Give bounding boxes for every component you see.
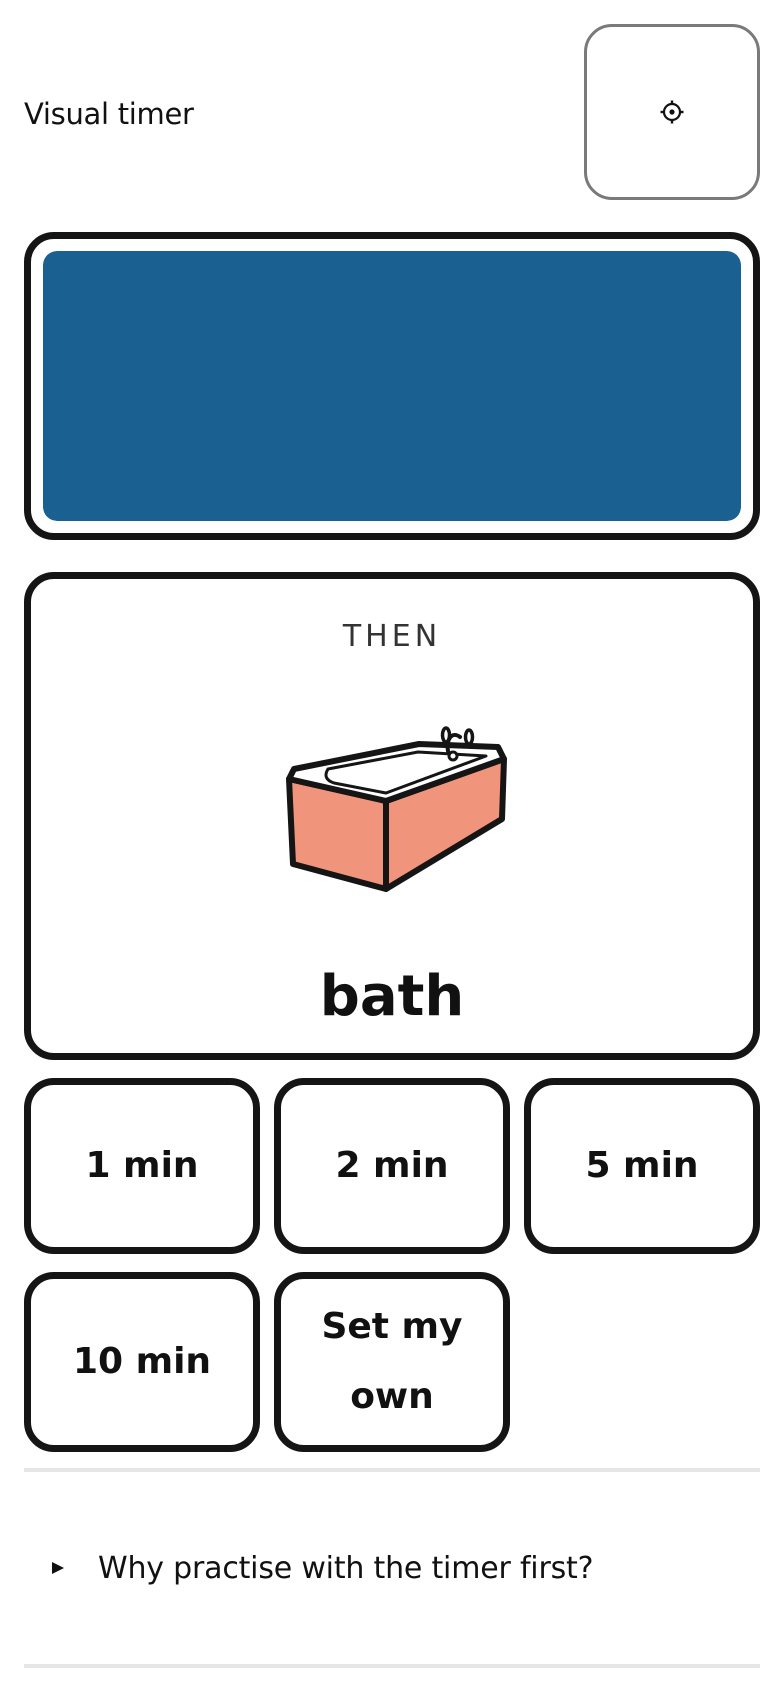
gear-icon xyxy=(660,100,684,124)
disclosure-question: Why practise with the timer first? xyxy=(98,1550,594,1586)
header: Visual timer xyxy=(24,24,760,200)
timer-bar-track xyxy=(43,251,741,521)
duration-5-min-button[interactable]: 5 min xyxy=(524,1078,760,1254)
triangle-right-icon xyxy=(52,1562,64,1574)
timer-display xyxy=(24,232,760,540)
divider xyxy=(24,1664,760,1668)
duration-2-min-button[interactable]: 2 min xyxy=(274,1078,510,1254)
then-activity-label: bath xyxy=(319,964,465,1029)
then-label: THEN xyxy=(342,619,442,654)
duration-1-min-button[interactable]: 1 min xyxy=(24,1078,260,1254)
then-card: THEN bath xyxy=(24,572,760,1060)
bathtub-icon xyxy=(286,726,507,892)
settings-button[interactable] xyxy=(584,24,760,200)
why-practise-disclosure[interactable]: Why practise with the timer first? xyxy=(24,1472,760,1664)
set-my-own-button[interactable]: Set my own xyxy=(274,1272,510,1452)
duration-10-min-button[interactable]: 10 min xyxy=(24,1272,260,1452)
timer-bar-fill xyxy=(43,251,741,521)
app-title: Visual timer xyxy=(24,97,194,131)
